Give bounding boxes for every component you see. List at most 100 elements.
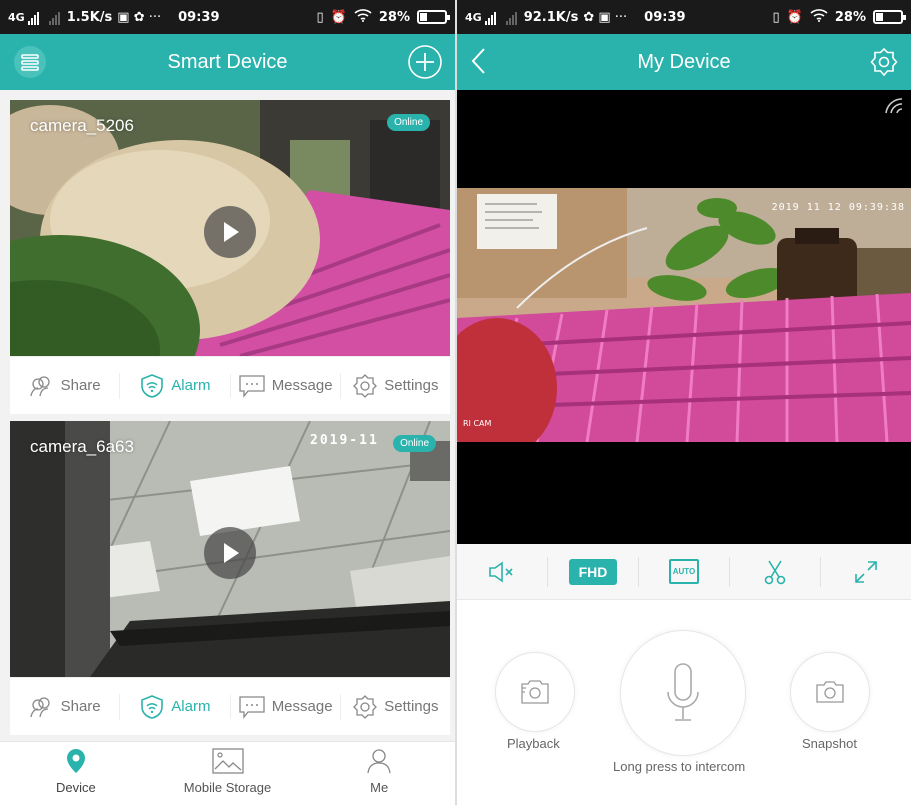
signal-icon [484, 10, 497, 25]
snapshot-button[interactable] [790, 652, 870, 732]
header-bar: My Device [457, 34, 911, 90]
notification-icons: ✿ ▣ ··· [583, 9, 628, 25]
battery-percent: 28% [834, 9, 866, 25]
tab-me-label: Me [370, 780, 389, 795]
camera-name: camera_6a63 [30, 437, 134, 456]
gear-icon [353, 694, 378, 719]
playback-icon [521, 680, 549, 704]
settings-button[interactable]: Settings [339, 372, 450, 399]
playback-button[interactable] [495, 652, 575, 732]
share-icon [29, 696, 50, 717]
camera-preview[interactable]: camera_5206 Online [10, 100, 450, 356]
gear-icon [353, 373, 378, 398]
message-button[interactable]: Message [229, 694, 340, 719]
net-speed: 1.5K/s [66, 9, 113, 25]
user-icon [367, 749, 391, 774]
mute-icon [489, 560, 513, 583]
expand-icon [855, 560, 877, 583]
page-title: My Device [637, 50, 731, 73]
mute-button[interactable] [457, 557, 547, 587]
share-button[interactable]: Share [10, 695, 119, 719]
back-button[interactable] [469, 46, 489, 81]
signal-icon-2 [505, 10, 518, 25]
message-label: Message [271, 698, 333, 715]
play-icon[interactable] [204, 206, 256, 258]
clock: 09:39 [178, 9, 220, 25]
wifi-icon [810, 8, 828, 26]
battery-icon [873, 10, 906, 24]
chevron-left-icon [471, 48, 485, 74]
alarm-button[interactable]: Alarm [119, 372, 229, 399]
camera-preview[interactable]: camera_6a63 2019-11 Online [10, 421, 450, 677]
signal-icon-2 [48, 10, 61, 25]
network-label: 4G [465, 10, 482, 24]
my-device-screen: 4G 92.1K/s ✿ ▣ ··· 09:39 ▯ ⏰ 28% My Devi… [457, 0, 911, 805]
osd-timestamp: 2019-11 [310, 433, 379, 448]
play-icon[interactable] [204, 527, 256, 579]
share-button[interactable]: Share [10, 374, 119, 398]
camera-actions: Share Alarm Message Settings [10, 677, 450, 735]
alarm-clock-icon: ⏰ [786, 9, 803, 25]
camera-name: camera_5206 [30, 116, 134, 135]
share-icon [29, 375, 50, 396]
header-bar: Smart Device [0, 34, 455, 90]
quality-label: FHD [568, 558, 618, 585]
scissors-icon [764, 560, 786, 584]
tab-mobile-storage-label: Mobile Storage [183, 780, 272, 795]
settings-label: Settings [384, 377, 439, 394]
list-menu-icon[interactable] [12, 44, 48, 85]
playback-label: Playback [507, 736, 560, 751]
tab-me[interactable]: Me [303, 742, 455, 805]
status-bar: 4G 92.1K/s ✿ ▣ ··· 09:39 ▯ ⏰ 28% [457, 0, 911, 34]
fullscreen-button[interactable] [820, 556, 911, 587]
device-settings-button[interactable] [869, 47, 899, 82]
intercom-label: Long press to intercom [613, 759, 746, 774]
intercom-button[interactable] [620, 630, 746, 756]
share-label: Share [60, 377, 101, 394]
shield-wifi-icon [141, 373, 164, 398]
message-label: Message [271, 377, 333, 394]
settings-label: Settings [384, 698, 439, 715]
battery-percent: 28% [378, 9, 410, 25]
auto-label: AUTO [668, 559, 700, 584]
camera-icon [816, 681, 844, 703]
tab-mobile-storage[interactable]: Mobile Storage [152, 742, 304, 805]
online-badge: Online [387, 114, 430, 131]
message-icon [239, 374, 265, 398]
record-clip-button[interactable] [729, 556, 820, 587]
settings-button[interactable]: Settings [339, 693, 450, 720]
tab-device-label: Device [55, 780, 96, 795]
alarm-label: Alarm [171, 698, 211, 715]
alarm-clock-icon: ⏰ [330, 9, 347, 25]
control-area: Playback Long press to intercom Snapshot [457, 600, 911, 805]
video-toolbar: FHD AUTO [457, 544, 911, 600]
add-device-button[interactable] [407, 44, 443, 85]
vibrate-icon: ▯ [316, 9, 324, 25]
tab-device[interactable]: Device [0, 742, 152, 805]
live-video-image [457, 188, 911, 442]
camera-watermark: RI CAM [463, 419, 492, 428]
bottom-tab-bar: Device Mobile Storage Me [0, 741, 455, 805]
auto-button[interactable]: AUTO [638, 556, 729, 587]
smart-device-screen: 4G 1.5K/s ▣ ✿ ··· 09:39 ▯ ⏰ 28% Smart De… [0, 0, 455, 805]
location-pin-icon [66, 749, 85, 773]
status-bar: 4G 1.5K/s ▣ ✿ ··· 09:39 ▯ ⏰ 28% [0, 0, 455, 34]
signal-icon [27, 10, 40, 25]
notification-icons: ▣ ✿ ··· [117, 9, 162, 25]
clock: 09:39 [644, 9, 686, 25]
message-button[interactable]: Message [229, 373, 340, 398]
alarm-label: Alarm [171, 377, 211, 394]
page-title: Smart Device [167, 50, 288, 73]
shield-wifi-icon [141, 694, 164, 719]
live-video-area[interactable]: 2019 11 12 09:39:38 RI CAM [457, 90, 911, 544]
camera-card: camera_5206 Online Share Alarm Message S… [10, 100, 450, 414]
battery-icon [417, 10, 450, 24]
wifi-icon [354, 8, 372, 26]
gear-icon [870, 47, 898, 77]
online-badge: Online [393, 435, 436, 452]
share-label: Share [60, 698, 101, 715]
quality-button[interactable]: FHD [547, 556, 638, 587]
camera-card: camera_6a63 2019-11 Online Share Alarm M… [10, 421, 450, 735]
alarm-button[interactable]: Alarm [119, 693, 229, 720]
snapshot-label: Snapshot [802, 736, 857, 751]
